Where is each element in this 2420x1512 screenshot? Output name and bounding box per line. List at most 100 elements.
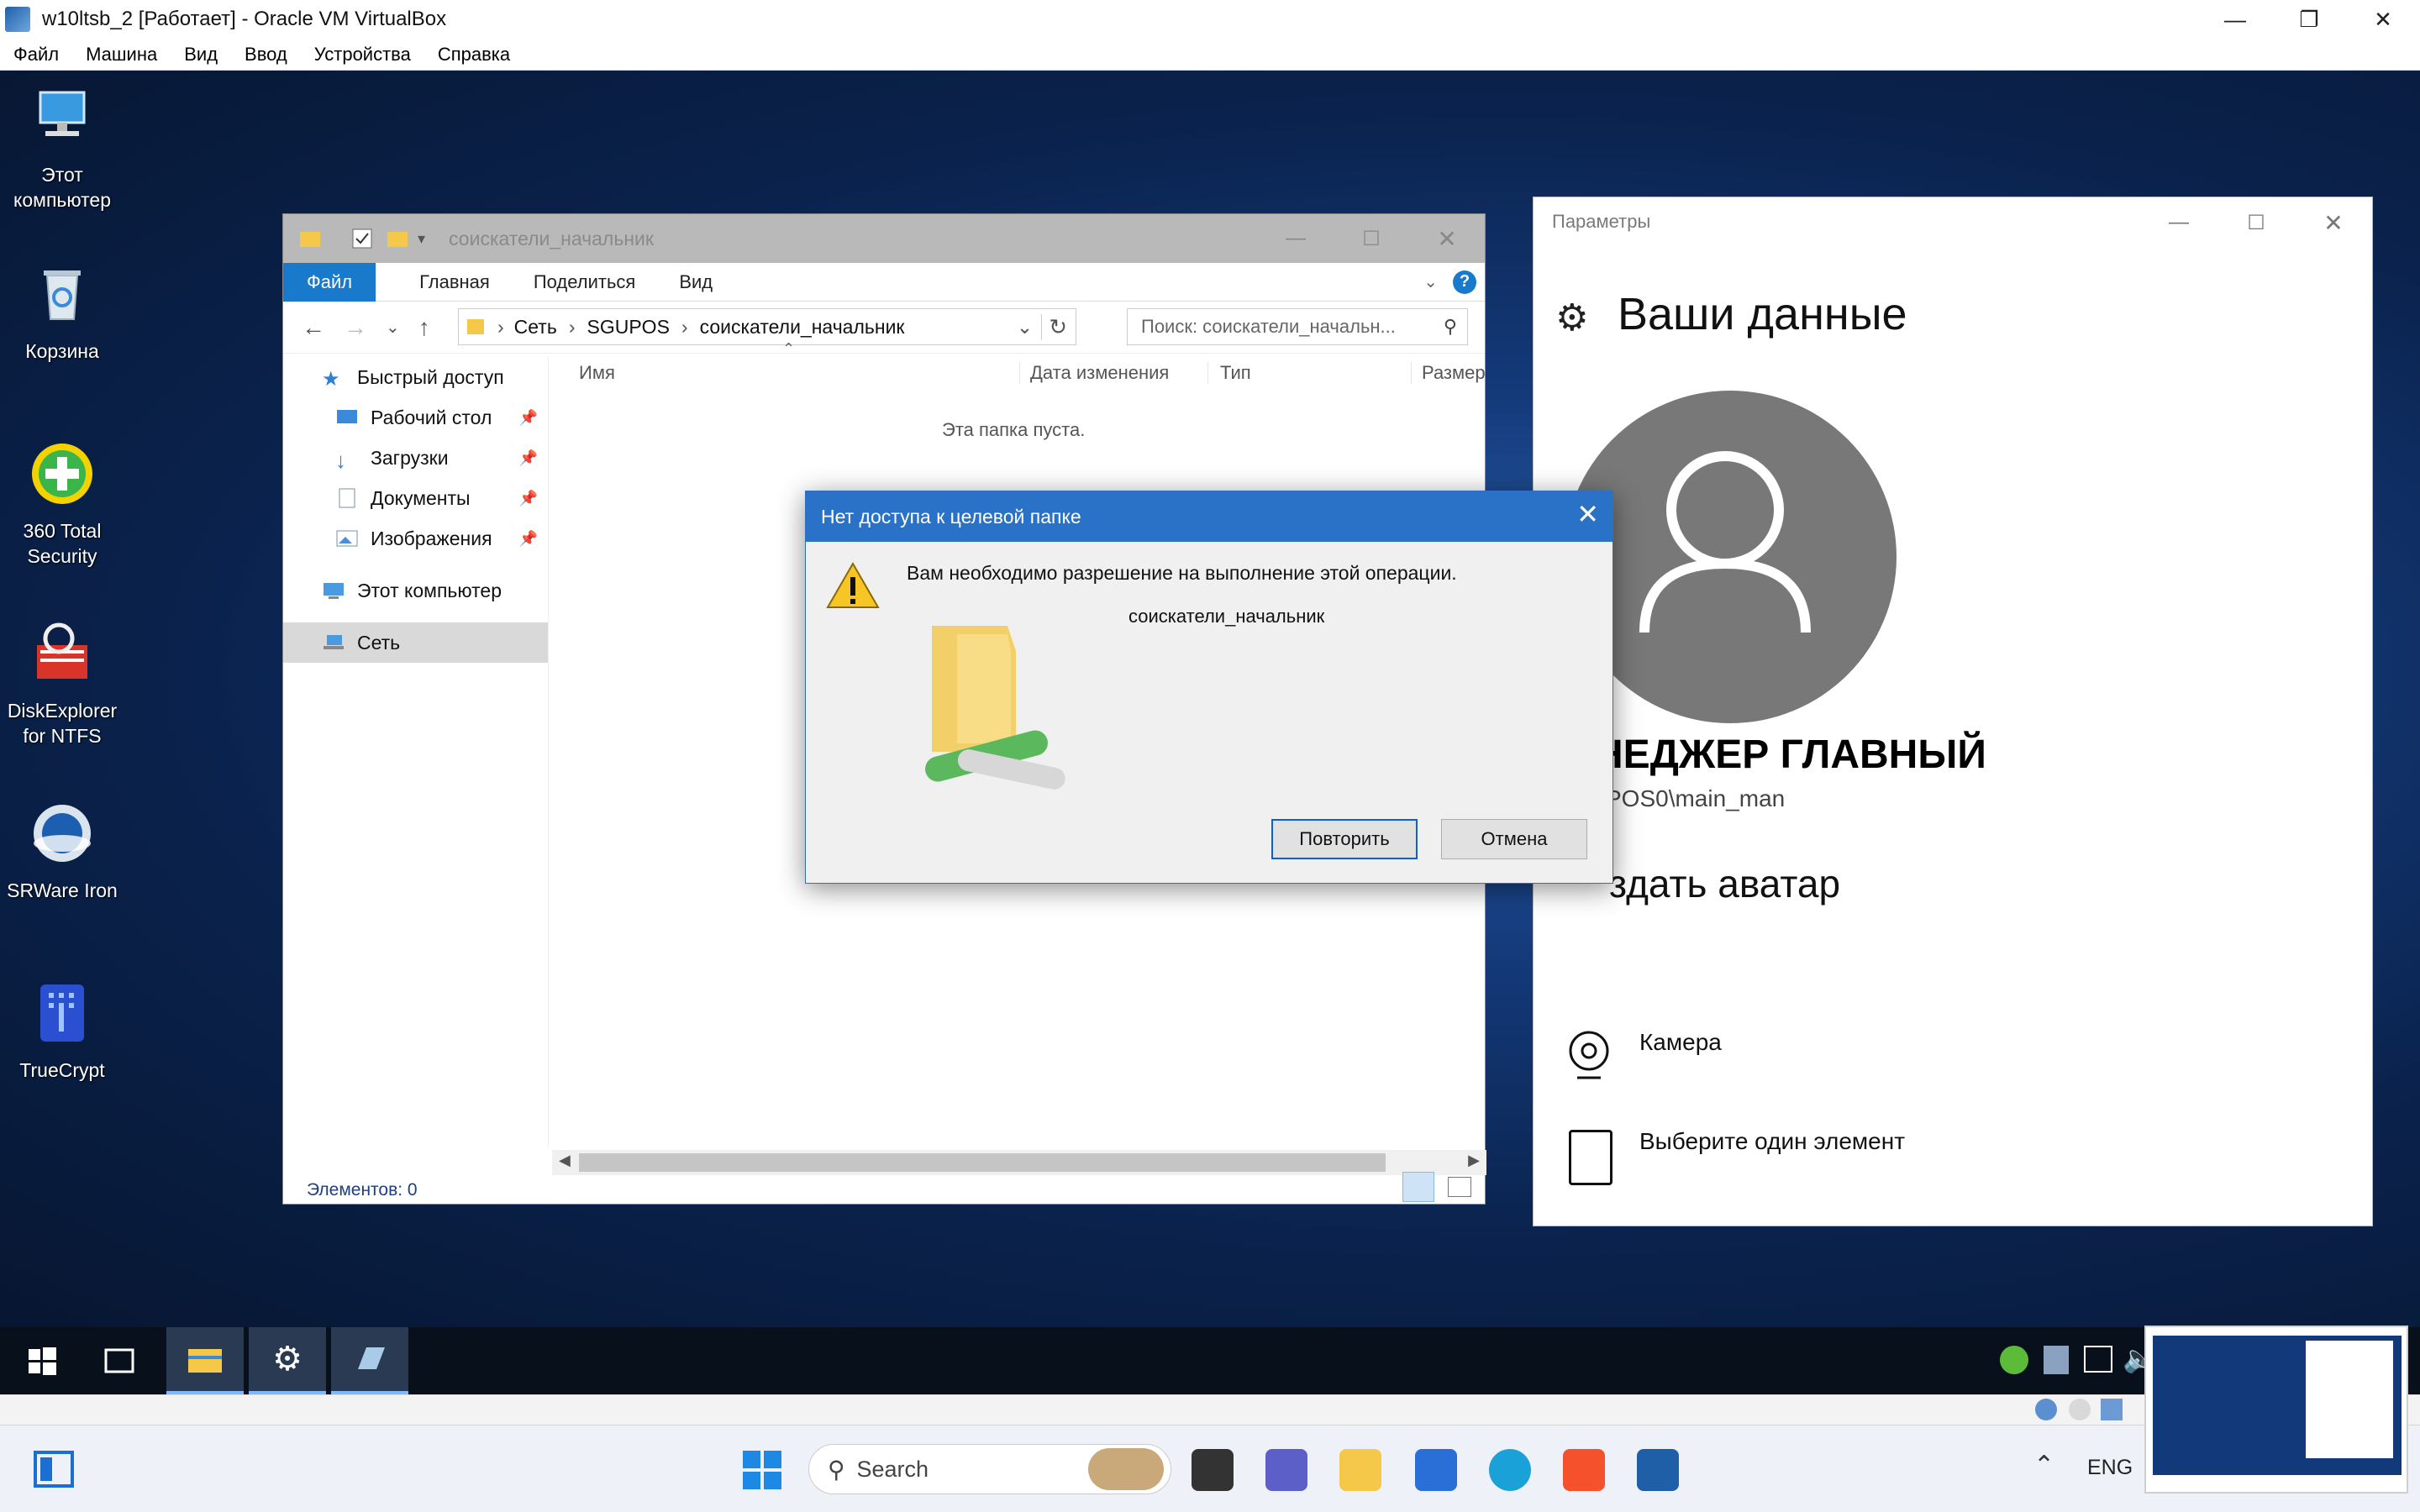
details-view-icon[interactable] xyxy=(1402,1172,1434,1202)
settings-maximize-button[interactable]: ☐ xyxy=(2217,197,2295,248)
status-optical-icon[interactable] xyxy=(2069,1399,2091,1420)
nav-downloads[interactable]: ↓ Загрузки 📌 xyxy=(283,438,548,478)
menu-help[interactable]: Справка xyxy=(438,44,510,66)
breadcrumb-folder[interactable]: соискатели_начальник xyxy=(700,316,905,339)
taskbar-app[interactable] xyxy=(331,1327,408,1394)
desktop-icon-disk-explorer[interactable]: DiskExplorer for NTFS xyxy=(0,620,124,748)
nav-this-pc[interactable]: Этот компьютер xyxy=(283,570,548,611)
vbox-window-title: w10ltsb_2 [Работает] - Oracle VM Virtual… xyxy=(42,8,447,30)
scroll-right-icon[interactable]: ▶ xyxy=(1468,1152,1480,1169)
folder-icon xyxy=(300,232,320,247)
restore-button[interactable]: ❐ xyxy=(2272,0,2346,39)
option-browse[interactable]: Выберите один элемент xyxy=(1639,1128,1905,1155)
up-icon[interactable]: ↑ xyxy=(418,314,430,341)
window-thumbnail-preview[interactable] xyxy=(2144,1326,2408,1494)
tray-overflow-icon[interactable]: ⌃ xyxy=(2033,1451,2054,1480)
desktop-icon-srware-iron[interactable]: SRWare Iron xyxy=(0,800,124,903)
column-date-modified[interactable]: Дата изменения xyxy=(1019,362,1169,384)
tab-file[interactable]: Файл xyxy=(283,262,376,302)
retry-button[interactable]: Повторить xyxy=(1271,819,1418,859)
back-icon[interactable]: ← xyxy=(302,314,325,341)
settings-window: Параметры — ☐ ✕ ⚙ Ваши данные ЕНЕДЖЕР ГЛ… xyxy=(1533,197,2373,1226)
menu-input[interactable]: Ввод xyxy=(245,44,287,66)
nav-pictures[interactable]: Изображения 📌 xyxy=(283,518,548,559)
help-icon[interactable]: ? xyxy=(1453,270,1476,294)
tray-360-icon[interactable] xyxy=(2000,1346,2028,1374)
pin-icon[interactable]: 📌 xyxy=(519,530,538,548)
explorer-maximize-button[interactable]: ☐ xyxy=(1334,214,1409,263)
explorer-minimize-button[interactable]: — xyxy=(1258,214,1334,263)
guest-taskbar: ⚙ 🔈 xyxy=(0,1327,2420,1394)
taskbar-edge-icon[interactable] xyxy=(1489,1449,1531,1491)
properties-icon[interactable] xyxy=(350,227,374,250)
taskbar-store-icon[interactable] xyxy=(1415,1449,1457,1491)
qat-dropdown-icon[interactable]: ▾ xyxy=(418,230,425,248)
pin-icon[interactable]: 📌 xyxy=(519,409,538,427)
host-search-box[interactable]: ⚲ Search xyxy=(808,1444,1171,1494)
taskbar-settings[interactable]: ⚙ xyxy=(249,1327,326,1394)
language-indicator[interactable]: ENG xyxy=(2087,1456,2133,1480)
tray-network-icon[interactable] xyxy=(2084,1346,2112,1373)
tab-view[interactable]: Вид xyxy=(679,271,713,293)
search-input[interactable]: Поиск: соискатели_начальн... ⚲ xyxy=(1127,308,1468,345)
nav-quick-access[interactable]: ★ Быстрый доступ xyxy=(283,357,548,397)
menu-devices[interactable]: Устройства xyxy=(314,44,411,66)
task-view-button[interactable] xyxy=(81,1327,158,1394)
pin-icon[interactable]: 📌 xyxy=(519,490,538,507)
status-usb-icon[interactable] xyxy=(2101,1399,2123,1420)
column-name[interactable]: Имя xyxy=(579,362,615,384)
column-size[interactable]: Размер xyxy=(1411,362,1486,384)
desktop-icon-360-security[interactable]: 360 Total Security xyxy=(0,440,124,569)
menu-machine[interactable]: Машина xyxy=(86,44,157,66)
taskbar-teams-icon[interactable] xyxy=(1265,1449,1307,1491)
menu-view[interactable]: Вид xyxy=(184,44,218,66)
task-view-icon xyxy=(104,1348,134,1373)
desktop-icon-this-pc[interactable]: Этот компьютер xyxy=(0,84,124,213)
windows-start-icon[interactable] xyxy=(741,1449,783,1491)
pin-icon[interactable]: 📌 xyxy=(519,449,538,467)
nav-network[interactable]: Сеть xyxy=(283,622,548,663)
widgets-icon[interactable] xyxy=(34,1449,74,1489)
taskbar-virtualbox-icon[interactable] xyxy=(1637,1449,1679,1491)
column-type[interactable]: Тип xyxy=(1207,362,1251,384)
nav-desktop[interactable]: Рабочий стол 📌 xyxy=(283,397,548,438)
ribbon-expand-icon[interactable]: ⌄ xyxy=(1423,271,1438,292)
nav-documents[interactable]: Документы 📌 xyxy=(283,478,548,518)
tab-share[interactable]: Поделиться xyxy=(534,271,635,293)
camera-icon xyxy=(1565,1029,1612,1079)
settings-close-button[interactable]: ✕ xyxy=(2295,197,2372,248)
scrollbar-thumb[interactable] xyxy=(579,1153,1386,1172)
search-highlight-image xyxy=(1088,1448,1164,1490)
refresh-icon[interactable]: ↻ xyxy=(1041,313,1067,340)
desktop-icon-truecrypt[interactable]: TrueCrypt xyxy=(0,979,124,1083)
user-account-name: POS0\main_man xyxy=(1606,785,1786,811)
360-security-icon xyxy=(32,444,92,504)
tab-home[interactable]: Главная xyxy=(419,271,490,293)
settings-minimize-button[interactable]: — xyxy=(2140,197,2217,248)
recent-locations-icon[interactable]: ⌄ xyxy=(386,317,400,338)
desktop-icon-recycle-bin[interactable]: Корзина xyxy=(0,260,124,364)
explorer-close-button[interactable]: ✕ xyxy=(1409,214,1485,263)
taskbar-task-view-icon[interactable] xyxy=(1192,1449,1234,1491)
minimize-button[interactable]: — xyxy=(2198,0,2272,39)
option-camera[interactable]: Камера xyxy=(1639,1029,1722,1056)
close-button[interactable]: ✕ xyxy=(2346,0,2420,39)
cancel-button[interactable]: Отмена xyxy=(1441,819,1587,859)
dialog-close-button[interactable]: ✕ xyxy=(1576,498,1599,530)
taskbar-file-explorer-icon[interactable] xyxy=(1339,1449,1381,1491)
status-hdd-icon[interactable] xyxy=(2035,1399,2057,1420)
forward-icon[interactable]: → xyxy=(344,314,367,341)
horizontal-scrollbar[interactable]: ◀ ▶ xyxy=(552,1150,1486,1175)
menu-file[interactable]: Файл xyxy=(13,44,59,66)
guest-start-button[interactable] xyxy=(3,1327,81,1394)
breadcrumb-network[interactable]: Сеть xyxy=(514,316,557,339)
taskbar-explorer[interactable] xyxy=(166,1327,244,1394)
scroll-left-icon[interactable]: ◀ xyxy=(559,1152,571,1169)
large-icons-view-icon[interactable] xyxy=(1448,1177,1471,1197)
address-dropdown-icon[interactable]: ⌄ xyxy=(1017,316,1033,339)
breadcrumb-server[interactable]: SGUPOS xyxy=(587,316,670,339)
address-bar[interactable]: › Сеть › SGUPOS › соискатели_начальник ⌄… xyxy=(458,308,1076,345)
new-folder-icon[interactable] xyxy=(386,227,409,250)
taskbar-brave-icon[interactable] xyxy=(1563,1449,1605,1491)
tray-virtualbox-icon[interactable] xyxy=(2044,1346,2069,1374)
